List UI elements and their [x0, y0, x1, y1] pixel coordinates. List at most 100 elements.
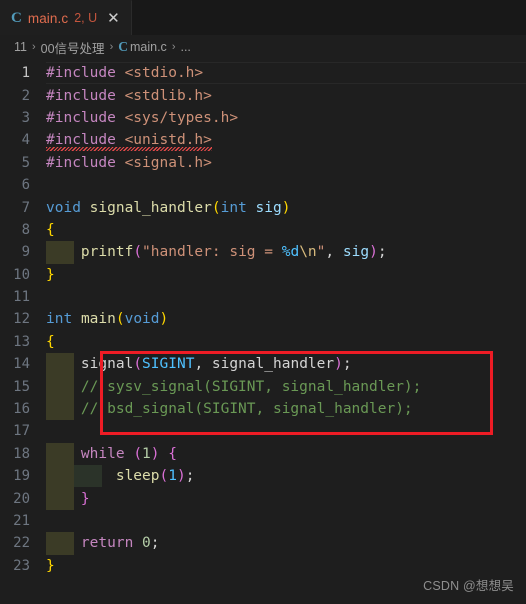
code-token: ; — [150, 535, 160, 552]
code-token: sig — [255, 199, 282, 216]
code-line[interactable]: 14 signal(SIGINT, signal_handler); — [0, 353, 526, 376]
code-token: ) — [176, 468, 186, 485]
code-line-content — [46, 420, 526, 442]
editor-tab-bar: C main.c 2, U ✕ — [0, 0, 526, 35]
code-line[interactable]: 7 void signal_handler(int sig) — [0, 196, 526, 218]
code-line[interactable]: 23} — [0, 555, 526, 577]
code-token: ) — [159, 311, 169, 328]
code-line-content: void signal_handler(int sig) — [46, 196, 526, 218]
code-token: } — [46, 557, 55, 574]
editor-tab-main-c[interactable]: C main.c 2, U ✕ — [0, 0, 132, 35]
code-text: } — [46, 491, 90, 507]
code-line[interactable]: 2 #include <stdlib.h> — [0, 84, 526, 106]
line-number: 13 — [13, 333, 30, 350]
code-line[interactable]: 3 #include <sys/types.h> — [0, 107, 526, 129]
code-token: #include — [46, 154, 125, 171]
code-token: { — [168, 445, 177, 462]
code-token: 1 — [142, 445, 151, 462]
code-line[interactable]: 21 — [0, 510, 526, 532]
line-number: 15 — [13, 378, 30, 395]
code-token: <stdlib.h> — [124, 87, 212, 104]
code-line-content: #include <unistd.h> — [46, 129, 526, 152]
code-token: #include — [46, 109, 125, 126]
code-text: #include <stdio.h> — [46, 65, 203, 81]
line-number: 19 — [13, 468, 30, 485]
code-line[interactable]: 17 — [0, 420, 526, 442]
breadcrumb-item-symbols-overflow[interactable]: ... — [180, 40, 190, 54]
line-number: 11 — [13, 289, 30, 306]
code-token: void — [124, 311, 160, 328]
breadcrumb-item-folder-11[interactable]: 11 — [14, 40, 27, 54]
code-line[interactable]: 6 — [0, 174, 526, 196]
code-token: ) — [369, 244, 378, 261]
code-line[interactable]: 1 #include <stdio.h> — [0, 62, 526, 84]
code-line[interactable]: 5 #include <signal.h> — [0, 152, 526, 174]
code-token: , — [325, 244, 343, 261]
line-number: 8 — [21, 221, 30, 238]
code-token: %d — [281, 244, 300, 261]
code-line[interactable]: 11 — [0, 286, 526, 308]
code-line[interactable]: 8{ — [0, 219, 526, 241]
code-token: ( — [133, 356, 143, 373]
code-line-content: { — [46, 219, 526, 241]
code-token: signal_handler — [89, 199, 212, 216]
code-line[interactable]: 18 while (1) { — [0, 442, 526, 466]
line-number: 2 — [21, 87, 30, 104]
breadcrumb-item-folder-signal[interactable]: 00信号处理 — [41, 38, 105, 57]
code-line[interactable]: 16 // bsd_signal(SIGINT, signal_handler)… — [0, 397, 526, 421]
line-number: 20 — [13, 490, 30, 507]
code-token: <stdio.h> — [124, 65, 204, 82]
code-token: { — [46, 221, 55, 238]
c-file-icon: C — [11, 9, 22, 26]
code-token: main — [80, 311, 116, 328]
code-token: // bsd_signal(SIGINT, signal_handler); — [80, 401, 413, 418]
line-number: 9 — [21, 244, 30, 261]
close-icon[interactable]: ✕ — [105, 11, 122, 26]
line-number: 10 — [13, 266, 30, 283]
code-line-content: #include <sys/types.h> — [46, 107, 526, 129]
code-line[interactable]: 22 return 0; — [0, 532, 526, 555]
code-line[interactable]: 15 // sysv_signal(SIGINT, signal_handler… — [0, 375, 526, 398]
code-line[interactable]: 20 } — [0, 487, 526, 510]
code-line-content: // bsd_signal(SIGINT, signal_handler); — [46, 397, 526, 421]
code-text: #include <stdlib.h> — [46, 88, 212, 104]
line-number: 12 — [13, 311, 30, 328]
breadcrumb-item-file-main-c[interactable]: C main.c — [118, 39, 167, 55]
code-text: signal(SIGINT, signal_handler); — [46, 356, 352, 372]
line-number: 3 — [21, 109, 30, 126]
breadcrumb-separator: › — [31, 41, 36, 53]
code-text: { — [46, 334, 55, 350]
tab-label: main.c — [27, 10, 69, 26]
code-line[interactable]: 12 int main(void) — [0, 308, 526, 330]
line-number: 14 — [13, 356, 30, 373]
code-line[interactable]: 13 { — [0, 331, 526, 353]
code-editor[interactable]: 1 #include <stdio.h> 2 #include <stdlib.h> 3… — [0, 59, 526, 604]
line-number: 7 — [21, 199, 30, 216]
code-line[interactable]: 19 sleep(1); — [0, 465, 526, 488]
line-number: 17 — [13, 423, 30, 440]
code-line[interactable]: 9 printf("handler: sig = %d\n", sig); — [0, 241, 526, 264]
code-token: #include — [46, 132, 125, 149]
code-token: signal_handler — [211, 356, 335, 373]
code-text: return 0; — [46, 535, 160, 551]
code-token: #include — [46, 65, 125, 82]
code-token: ( — [211, 199, 221, 216]
code-token: ) — [334, 356, 343, 373]
code-line-content: sleep(1); — [46, 465, 526, 488]
code-text: while (1) { — [46, 446, 177, 462]
code-token: ) — [281, 199, 291, 216]
code-line[interactable]: 4 #include <unistd.h> — [0, 129, 526, 152]
code-line[interactable]: 10} — [0, 264, 526, 286]
code-line-content — [46, 510, 526, 532]
code-token: sig — [342, 244, 370, 261]
code-line-content: } — [46, 555, 526, 577]
